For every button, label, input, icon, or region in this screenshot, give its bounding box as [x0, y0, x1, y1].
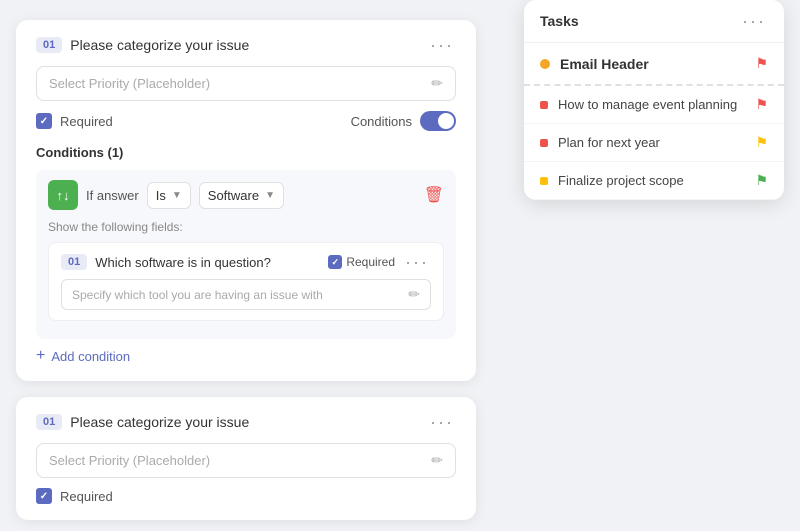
required-label: Required	[60, 114, 113, 129]
condition-value-select[interactable]: Software ▼	[199, 182, 284, 209]
sub-card-right: Required ···	[328, 253, 431, 271]
condition-icon: ↑↓	[48, 180, 78, 210]
sub-card-header: 01 Which software is in question? Requir…	[61, 253, 431, 271]
task-dot-2	[540, 139, 548, 147]
conditions-toggle[interactable]	[420, 111, 456, 131]
card-2-priority-input[interactable]: Select Priority (Placeholder) ✏	[36, 443, 456, 478]
card-2-menu-button[interactable]: ···	[428, 413, 456, 431]
conditions-label: Conditions	[351, 114, 412, 129]
card-2-title: Please categorize your issue	[70, 414, 249, 430]
task-flag-icon-2: ⚑	[755, 134, 768, 151]
task-dot-3	[540, 177, 548, 185]
email-header-item: Email Header ⚑	[524, 43, 784, 86]
sub-edit-icon: ✏	[408, 286, 420, 303]
card-2-step-badge: 01	[36, 414, 62, 430]
conditions-right: Conditions	[351, 111, 456, 131]
condition-if-label: If answer	[86, 188, 139, 203]
email-header-title: Email Header	[560, 56, 745, 72]
conditions-title: Conditions (1)	[36, 145, 456, 160]
card-2: 01 Please categorize your issue ··· Sele…	[16, 397, 476, 520]
sub-step-badge: 01	[61, 254, 87, 270]
sub-placeholder-text: Specify which tool you are having an iss…	[72, 288, 323, 302]
step-badge: 01	[36, 37, 62, 53]
task-flag-icon-3: ⚑	[755, 172, 768, 189]
plus-icon: +	[36, 347, 45, 365]
sub-card-title: Which software is in question?	[95, 255, 271, 270]
card-1-header: 01 Please categorize your issue ···	[36, 36, 456, 54]
tasks-menu-button[interactable]: ···	[740, 12, 768, 30]
task-item-3[interactable]: Finalize project scope ⚑	[524, 162, 784, 200]
edit-icon: ✏	[431, 75, 443, 92]
tasks-header: Tasks ···	[524, 0, 784, 43]
condition-operator-select[interactable]: Is ▼	[147, 182, 191, 209]
tasks-title: Tasks	[540, 13, 579, 29]
task-flag-icon-1: ⚑	[755, 96, 768, 113]
task-text-1: How to manage event planning	[558, 97, 745, 112]
show-fields-text: Show the following fields:	[48, 220, 444, 234]
card-title: Please categorize your issue	[70, 37, 249, 53]
email-header-flag-icon: ⚑	[755, 55, 768, 72]
card-2-edit-icon: ✏	[431, 452, 443, 469]
card-2-required-label: Required	[60, 489, 113, 504]
condition-value: Software	[208, 188, 259, 203]
chevron-down-icon-2: ▼	[265, 190, 275, 201]
card-2-required-row: Required	[36, 488, 456, 504]
task-text-3: Finalize project scope	[558, 173, 745, 188]
card-2-title-group: 01 Please categorize your issue	[36, 414, 249, 430]
sub-required-badge: Required	[328, 255, 395, 269]
task-item-2[interactable]: Plan for next year ⚑	[524, 124, 784, 162]
condition-line: ↑↓ If answer Is ▼ Software ▼ 🗑	[48, 180, 444, 210]
email-dot-icon	[540, 59, 550, 69]
required-row: Required Conditions	[36, 111, 456, 131]
sub-card-menu-button[interactable]: ···	[403, 253, 431, 271]
task-item-1[interactable]: How to manage event planning ⚑	[524, 86, 784, 124]
sub-placeholder-input[interactable]: Specify which tool you are having an iss…	[61, 279, 431, 310]
priority-input[interactable]: Select Priority (Placeholder) ✏	[36, 66, 456, 101]
required-checkbox[interactable]	[36, 113, 52, 129]
condition-row: ↑↓ If answer Is ▼ Software ▼ 🗑 Show the …	[36, 170, 456, 339]
card-title-group: 01 Please categorize your issue	[36, 37, 249, 53]
card-2-header: 01 Please categorize your issue ···	[36, 413, 456, 431]
task-text-2: Plan for next year	[558, 135, 745, 150]
sub-card: 01 Which software is in question? Requir…	[48, 242, 444, 321]
conditions-section: Conditions (1) ↑↓ If answer Is ▼ Softwar…	[36, 145, 456, 365]
sub-card-left: 01 Which software is in question?	[61, 254, 271, 270]
required-left: Required	[36, 113, 113, 129]
add-condition-label: Add condition	[51, 349, 130, 364]
tasks-panel: Tasks ··· Email Header ⚑ How to manage e…	[524, 0, 784, 200]
card-menu-button[interactable]: ···	[428, 36, 456, 54]
task-dot-1	[540, 101, 548, 109]
chevron-down-icon: ▼	[172, 190, 182, 201]
card-2-required-checkbox[interactable]	[36, 488, 52, 504]
priority-placeholder: Select Priority (Placeholder)	[49, 76, 210, 91]
operator-value: Is	[156, 188, 166, 203]
add-condition-row[interactable]: + Add condition	[36, 347, 456, 365]
card-2-placeholder: Select Priority (Placeholder)	[49, 453, 210, 468]
card-1: 01 Please categorize your issue ··· Sele…	[16, 20, 476, 381]
delete-condition-button[interactable]: 🗑	[424, 185, 444, 205]
sub-required-checkbox[interactable]	[328, 255, 342, 269]
sub-required-label: Required	[346, 255, 395, 269]
